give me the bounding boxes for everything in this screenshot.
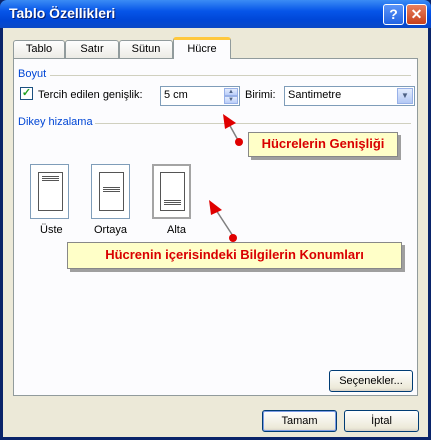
ok-button[interactable]: Tamam bbox=[262, 410, 337, 432]
help-button[interactable]: ? bbox=[383, 4, 404, 25]
tab-hucre[interactable]: Hücre bbox=[173, 37, 231, 59]
cancel-button[interactable]: İptal bbox=[344, 410, 419, 432]
dialog-body: Tablo Satır Sütun Hücre Boyut ✓ Tercih e… bbox=[3, 28, 428, 437]
options-button[interactable]: Seçenekler... bbox=[329, 370, 413, 392]
dialog-title: Tablo Özellikleri bbox=[9, 5, 116, 21]
title-bar[interactable]: Tablo Özellikleri ? ✕ bbox=[0, 0, 431, 28]
close-button[interactable]: ✕ bbox=[406, 4, 427, 25]
dialog-window: Tablo Özellikleri ? ✕ Tablo Satır Sütun … bbox=[0, 0, 431, 440]
